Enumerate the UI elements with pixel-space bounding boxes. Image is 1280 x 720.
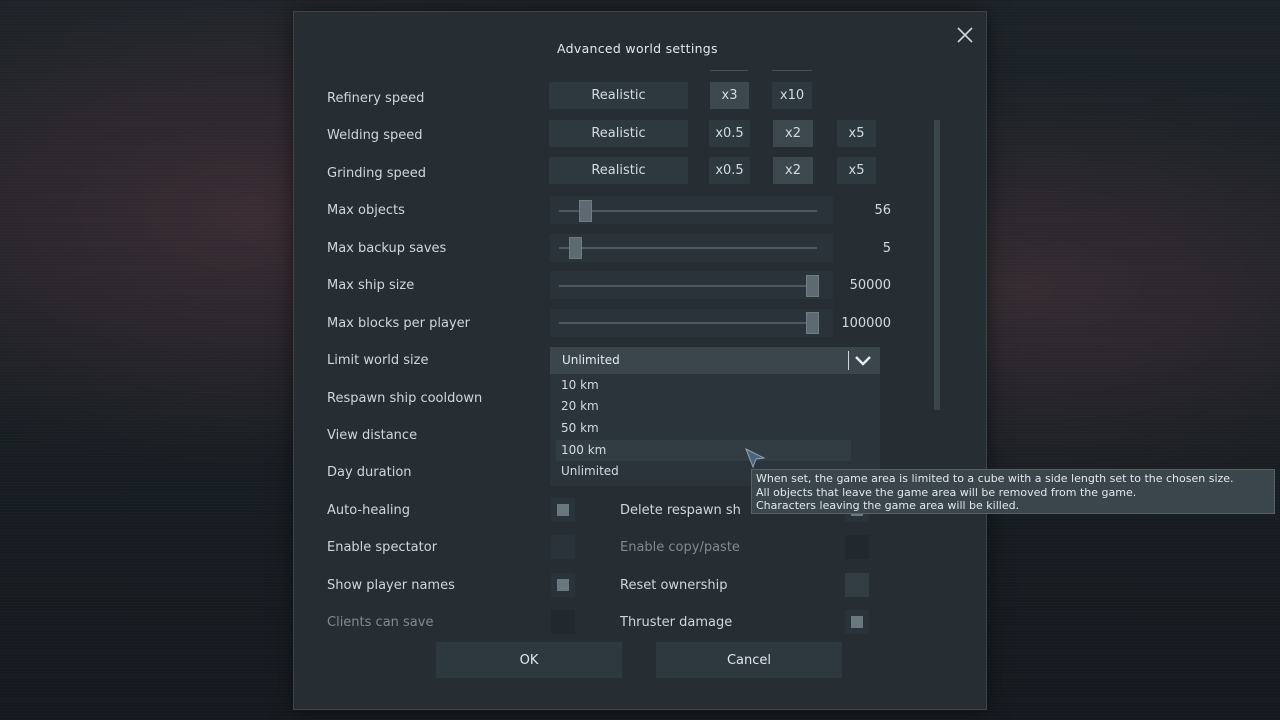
scroll-hint-line — [772, 70, 812, 71]
tooltip-line-3: Characters leaving the game area will be… — [756, 499, 1020, 512]
day-duration-label: Day duration — [327, 465, 412, 480]
thruster-damage-checkbox[interactable] — [845, 610, 869, 634]
welding-x2-button[interactable]: x2 — [773, 120, 813, 147]
dropdown-option-100km[interactable]: 100 km — [556, 440, 851, 461]
max-objects-slider[interactable] — [559, 210, 817, 212]
grinding-x2-button[interactable]: x2 — [773, 157, 813, 184]
scrollbar[interactable] — [934, 120, 940, 410]
delete-respawn-ships-label: Delete respawn sh — [620, 503, 741, 518]
max-objects-value: 56 — [874, 203, 891, 218]
max-ship-size-slider-thumb[interactable] — [806, 275, 819, 297]
cancel-button[interactable]: Cancel — [656, 642, 842, 678]
grinding-x5-button[interactable]: x5 — [837, 157, 876, 184]
checkbox-check-mark — [557, 504, 569, 516]
grinding-realistic-button[interactable]: Realistic — [549, 157, 688, 184]
refinery-realistic-button[interactable]: Realistic — [549, 82, 688, 109]
enable-spectator-checkbox[interactable] — [551, 535, 575, 559]
max-blocks-per-player-slider[interactable] — [559, 322, 817, 324]
max-backup-saves-label: Max backup saves — [327, 241, 447, 256]
respawn-ship-cooldown-label: Respawn ship cooldown — [327, 391, 483, 406]
reset-ownership-checkbox[interactable] — [845, 573, 869, 597]
close-button[interactable] — [954, 24, 976, 46]
max-ship-size-value: 50000 — [849, 278, 891, 293]
tooltip-line-2: All objects that leave the game area wil… — [756, 485, 1137, 499]
dropdown-option-50km[interactable]: 50 km — [556, 418, 851, 439]
enable-copy-paste-label: Enable copy/paste — [620, 540, 740, 555]
welding-x0.5-button[interactable]: x0.5 — [709, 120, 750, 147]
auto-healing-checkbox[interactable] — [551, 498, 575, 522]
clients-can-save-checkbox[interactable] — [551, 610, 575, 634]
max-blocks-per-player-slider-thumb[interactable] — [806, 312, 819, 334]
scroll-hint-line — [710, 70, 748, 71]
select-separator — [848, 351, 849, 370]
max-backup-saves-slider-thumb[interactable] — [568, 237, 582, 259]
clients-can-save-label: Clients can save — [327, 615, 434, 630]
refinery-x10-button[interactable]: x10 — [772, 82, 812, 109]
reset-ownership-label: Reset ownership — [620, 578, 728, 593]
close-icon — [957, 27, 973, 43]
refinery-x3-button[interactable]: x3 — [710, 82, 749, 109]
max-backup-saves-value: 5 — [882, 241, 891, 256]
thruster-damage-label: Thruster damage — [620, 615, 733, 630]
welding-speed-label: Welding speed — [327, 128, 423, 143]
refinery-speed-label: Refinery speed — [327, 91, 425, 106]
max-objects-slider-thumb[interactable] — [578, 200, 592, 222]
max-blocks-per-player-label: Max blocks per player — [327, 316, 470, 331]
limit-world-size-label: Limit world size — [327, 353, 429, 368]
ok-button[interactable]: OK — [436, 642, 622, 678]
dropdown-option-10km[interactable]: 10 km — [556, 375, 851, 396]
max-ship-size-label: Max ship size — [327, 278, 415, 293]
grinding-speed-label: Grinding speed — [327, 166, 427, 181]
max-objects-label: Max objects — [327, 203, 405, 218]
chevron-down-icon — [853, 352, 873, 372]
show-player-names-checkbox[interactable] — [551, 573, 575, 597]
welding-realistic-button[interactable]: Realistic — [549, 120, 688, 147]
mouse-cursor-icon — [744, 447, 766, 473]
welding-x5-button[interactable]: x5 — [837, 120, 876, 147]
limit-world-size-select[interactable]: Unlimited — [550, 347, 880, 374]
show-player-names-label: Show player names — [327, 578, 455, 593]
enable-spectator-label: Enable spectator — [327, 540, 438, 555]
auto-healing-label: Auto-healing — [327, 503, 411, 518]
dropdown-option-20km[interactable]: 20 km — [556, 396, 851, 417]
dialog-title: Advanced world settings — [557, 41, 718, 56]
checkbox-check-mark — [557, 579, 569, 591]
tooltip-line-1: When set, the game area is limited to a … — [756, 472, 1234, 485]
checkbox-check-mark — [851, 616, 863, 628]
max-backup-saves-slider[interactable] — [559, 247, 817, 249]
tooltip: When set, the game area is limited to a … — [751, 469, 1275, 514]
limit-world-size-selected-value: Unlimited — [562, 353, 620, 367]
max-ship-size-slider[interactable] — [559, 285, 817, 287]
enable-copy-paste-checkbox[interactable] — [845, 535, 869, 559]
advanced-world-settings-dialog: Advanced world settings Refinery speed R… — [293, 11, 987, 710]
view-distance-label: View distance — [327, 428, 418, 443]
grinding-x0.5-button[interactable]: x0.5 — [709, 157, 750, 184]
max-blocks-per-player-value: 100000 — [841, 316, 891, 331]
